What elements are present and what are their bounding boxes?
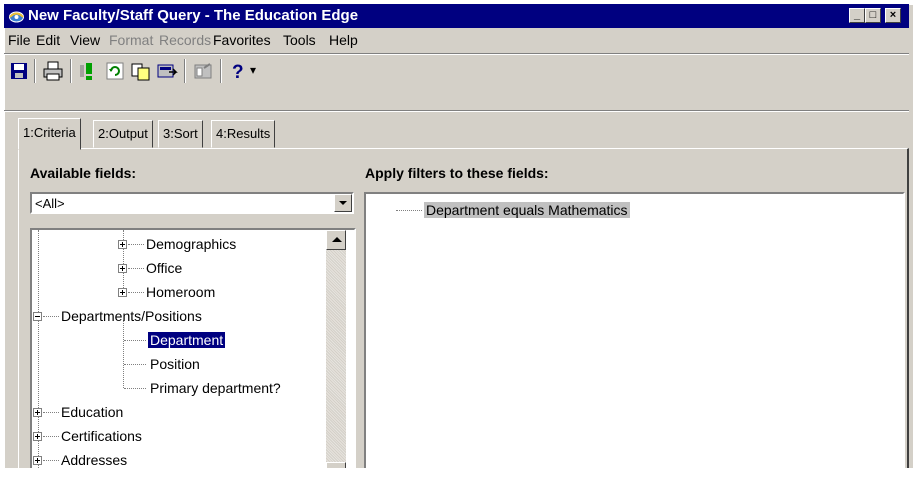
tree-node-label: Position [150,356,200,372]
tree-node[interactable]: Certifications [32,426,332,448]
toolbar-separator [34,59,36,83]
minimize-button[interactable]: _ [849,8,865,23]
title-bar[interactable]: New Faculty/Staff Query - The Education … [4,4,909,28]
menu-records[interactable]: Records [159,32,211,48]
available-fields-label: Available fields: [30,165,137,181]
toolbar-separator [70,59,72,83]
tree-connector [396,210,422,211]
tree-node-label: Departments/Positions [61,308,202,324]
help-icon[interactable]: ? [228,60,250,82]
filters-list[interactable]: Department equals Mathematics [364,192,905,480]
menu-separator [4,53,909,55]
chevron-down-icon [339,201,347,205]
scroll-up-button[interactable] [326,230,346,250]
window-title: New Faculty/Staff Query - The Education … [28,7,359,24]
copy-icon[interactable] [130,60,152,82]
menu-tools[interactable]: Tools [283,32,316,48]
run-query-icon[interactable] [78,60,100,82]
tree-node-label: Addresses [61,452,128,468]
properties-icon[interactable] [192,60,214,82]
tree-node[interactable]: Demographics [32,234,332,256]
tree-node-label: Primary department? [150,380,281,396]
chevron-up-icon [332,237,342,242]
menu-bar: File Edit View Format Records Favorites … [4,30,909,52]
refresh-icon[interactable] [104,60,126,82]
field-filter-value: <All> [35,196,65,211]
tree-node-label: Department [146,331,227,349]
tab-sort[interactable]: 3:Sort [158,120,203,148]
tree-node[interactable]: Departments/Positions [32,306,332,328]
toolbar-separator [220,59,222,83]
field-filter-dropdown[interactable]: <All> [30,192,354,214]
svg-text:?: ? [232,62,244,82]
menu-view[interactable]: View [70,32,100,48]
tree-node-label: Certifications [61,428,142,444]
filter-item[interactable]: Department equals Mathematics [424,202,630,218]
toolbar-separator-line [4,110,909,112]
save-icon[interactable] [8,60,30,82]
tree-node-label: Homeroom [146,284,216,300]
dropdown-button[interactable] [334,194,352,212]
torn-edge [0,468,913,480]
tab-output[interactable]: 2:Output [93,120,153,148]
expand-icon[interactable] [33,432,42,441]
export-icon[interactable] [156,60,178,82]
fields-tree[interactable]: Demographics Office Homeroom Departments… [30,228,356,480]
toolbar-separator [184,59,186,83]
print-icon[interactable] [42,60,64,82]
menu-help[interactable]: Help [329,32,358,48]
toolbar: ? ▾ [4,56,909,86]
tab-criteria[interactable]: 1:Criteria [18,118,81,150]
tree-node[interactable]: Education [32,402,332,424]
tree-node[interactable]: Department [32,330,332,352]
close-button[interactable]: × [885,8,901,23]
tree-node[interactable]: Office [32,258,332,280]
maximize-button[interactable]: □ [865,8,881,23]
tree-node-label: Education [61,404,124,420]
collapse-icon[interactable] [33,312,42,321]
tree-node-label: Office [146,260,183,276]
expand-icon[interactable] [33,456,42,465]
tree-node[interactable]: Homeroom [32,282,332,304]
expand-icon[interactable] [118,240,127,249]
tree-scrollbar[interactable] [326,230,346,480]
tree-node[interactable]: Position [32,354,332,376]
menu-edit[interactable]: Edit [36,32,60,48]
tree-node-label: Demographics [146,236,237,252]
apply-filters-label: Apply filters to these fields: [365,165,549,181]
help-dropdown-icon[interactable]: ▾ [250,63,256,77]
menu-favorites[interactable]: Favorites [213,32,271,48]
expand-icon[interactable] [33,408,42,417]
tab-results[interactable]: 4:Results [211,120,276,148]
menu-format[interactable]: Format [109,32,153,48]
expand-icon[interactable] [118,288,127,297]
expand-icon[interactable] [118,264,127,273]
tree-node[interactable]: Primary department? [32,378,332,400]
menu-file[interactable]: File [8,32,31,48]
app-logo-icon [9,11,24,23]
